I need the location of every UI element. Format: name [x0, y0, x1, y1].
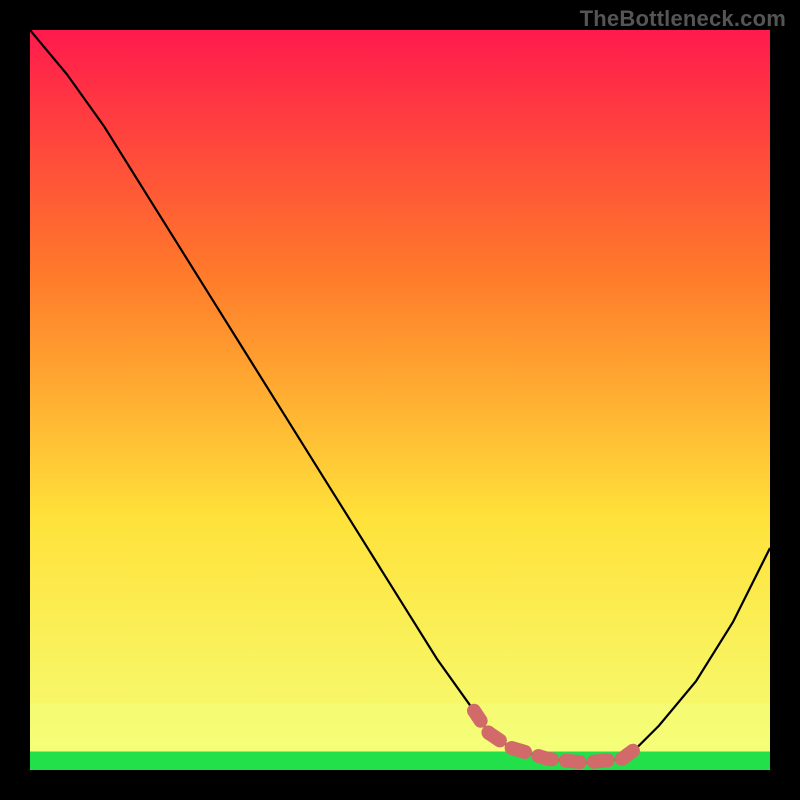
yellow-band [30, 703, 770, 751]
chart-frame: TheBottleneck.com [0, 0, 800, 800]
plot-area [30, 30, 770, 770]
green-band [30, 752, 770, 771]
gradient-background [30, 30, 770, 770]
plot-svg [30, 30, 770, 770]
watermark-text: TheBottleneck.com [580, 6, 786, 32]
